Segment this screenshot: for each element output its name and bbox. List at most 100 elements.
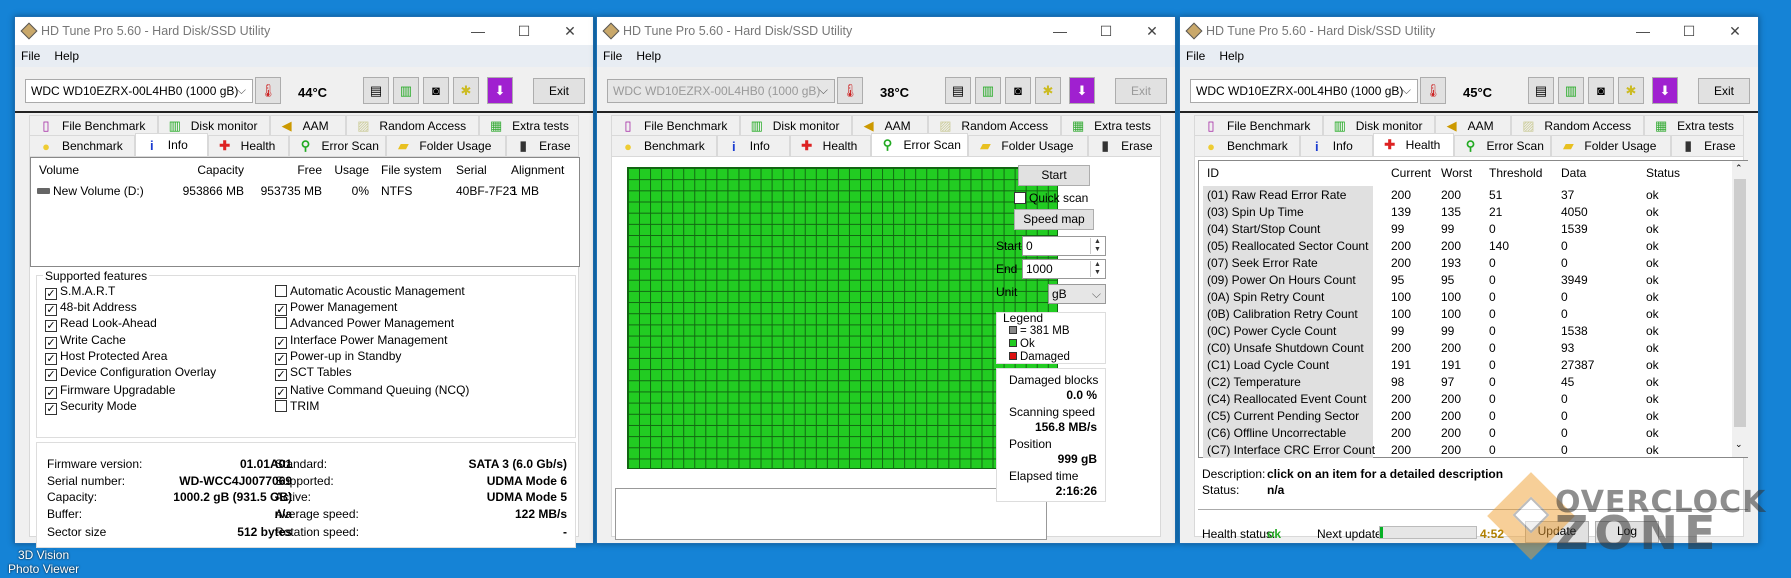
- start-button[interactable]: Start: [1018, 165, 1090, 186]
- unit-select[interactable]: gB ⌵: [1048, 284, 1106, 304]
- drive-select[interactable]: WDC WD10EZRX-00L4HB0 (1000 gB) ⌵: [607, 79, 835, 103]
- smart-row[interactable]: (C0) Unsafe Shutdown Count 200 200 0 93 ok: [1199, 339, 1732, 356]
- tab-folder-usage[interactable]: ▰ Folder Usage: [968, 135, 1089, 156]
- tab-file-benchmark[interactable]: ▯ File Benchmark: [1194, 115, 1323, 136]
- column-header[interactable]: Usage: [334, 163, 369, 177]
- feature-checkbox[interactable]: ✓ Native Command Queuing (NCQ): [275, 383, 469, 400]
- column-header[interactable]: Data: [1561, 166, 1586, 180]
- scroll-up-icon[interactable]: ⌃: [1735, 163, 1743, 174]
- checkbox-checked[interactable]: ✓: [275, 304, 287, 317]
- checkbox-checked[interactable]: ✓: [45, 336, 57, 349]
- tab-error-scan[interactable]: ⚲ Error Scan: [1453, 135, 1552, 156]
- smart-row[interactable]: (C4) Reallocated Event Count 200 200 0 0 ok: [1199, 390, 1732, 407]
- options-icon[interactable]: ✱: [1035, 77, 1061, 104]
- tab-benchmark[interactable]: ● Benchmark: [1194, 135, 1300, 156]
- smart-row[interactable]: (03) Spin Up Time 139 135 21 4050 ok: [1199, 203, 1732, 220]
- feature-checkbox[interactable]: ✓ S.M.A.R.T: [45, 284, 115, 300]
- tab-info[interactable]: i Info: [134, 133, 208, 156]
- start-input[interactable]: 0 ▲ ▼: [1022, 236, 1106, 256]
- tab-error-scan[interactable]: ⚲ Error Scan: [870, 133, 969, 156]
- checkbox-unchecked[interactable]: [275, 317, 287, 330]
- copy-all-icon[interactable]: ▥: [975, 77, 1001, 104]
- column-header[interactable]: Alignment: [511, 163, 564, 177]
- column-header[interactable]: Worst: [1441, 166, 1472, 180]
- feature-checkbox[interactable]: ✓ Power-up in Standby: [275, 349, 401, 365]
- checkbox-checked[interactable]: ✓: [45, 387, 57, 400]
- smart-row[interactable]: (C7) Interface CRC Error Count 200 200 0 0 ok: [1199, 441, 1732, 458]
- checkbox-checked[interactable]: ✓: [45, 403, 57, 416]
- tab-erase[interactable]: ▮ Erase: [1088, 135, 1162, 156]
- close-button[interactable]: ✕: [1129, 23, 1175, 40]
- smart-row[interactable]: (0A) Spin Retry Count 100 100 0 0 ok: [1199, 288, 1732, 305]
- tab-health[interactable]: ✚ Health: [789, 135, 871, 156]
- smart-row[interactable]: (07) Seek Error Rate 200 193 0 0 ok: [1199, 254, 1732, 271]
- scroll-down-icon[interactable]: ⌄: [1735, 439, 1743, 450]
- feature-checkbox[interactable]: TRIM: [275, 399, 319, 413]
- desktop-icon-label[interactable]: 3D Vision Photo Viewer: [8, 548, 79, 576]
- close-button[interactable]: ✕: [547, 23, 593, 40]
- feature-checkbox[interactable]: ✓ Host Protected Area: [45, 349, 167, 365]
- tab-info[interactable]: i Info: [1299, 135, 1373, 156]
- checkbox-unchecked[interactable]: [275, 285, 287, 297]
- checkbox-checked[interactable]: ✓: [45, 320, 57, 333]
- checkbox-checked[interactable]: ✓: [275, 387, 287, 400]
- feature-checkbox[interactable]: ✓ Interface Power Management: [275, 333, 447, 349]
- feature-checkbox[interactable]: ✓ Read Look-Ahead: [45, 316, 157, 333]
- tab-disk-monitor[interactable]: ▥ Disk monitor: [739, 115, 852, 136]
- column-header[interactable]: Current: [1391, 166, 1431, 180]
- column-header[interactable]: File system: [381, 163, 442, 177]
- save-icon[interactable]: ⬇: [1652, 77, 1678, 104]
- drive-select[interactable]: WDC WD10EZRX-00L4HB0 (1000 gB) ⌵: [1190, 79, 1418, 103]
- column-header[interactable]: ID: [1207, 166, 1219, 180]
- checkbox-unchecked[interactable]: [1014, 192, 1026, 204]
- volume-list[interactable]: Volume Capacity Free Usage File system Serial…: [30, 157, 580, 267]
- column-header[interactable]: Threshold: [1489, 166, 1542, 180]
- column-header[interactable]: Free: [297, 163, 322, 177]
- checkbox-checked[interactable]: ✓: [45, 288, 57, 300]
- feature-checkbox[interactable]: ✓ SCT Tables: [275, 365, 352, 381]
- checkbox-checked[interactable]: ✓: [45, 304, 57, 317]
- menu-file[interactable]: File: [1186, 49, 1205, 63]
- smart-row[interactable]: (C2) Temperature 98 97 0 45 ok: [1199, 373, 1732, 390]
- smart-row[interactable]: (C1) Load Cycle Count 191 191 0 27387 ok: [1199, 356, 1732, 373]
- options-icon[interactable]: ✱: [453, 77, 479, 104]
- smart-row[interactable]: (0C) Power Cycle Count 99 99 0 1538 ok: [1199, 322, 1732, 339]
- feature-checkbox[interactable]: Automatic Acoustic Management: [275, 284, 465, 298]
- maximize-button[interactable]: ☐: [1666, 23, 1712, 40]
- copy-info-icon[interactable]: ▤: [363, 77, 389, 104]
- checkbox-checked[interactable]: ✓: [275, 352, 287, 365]
- feature-checkbox[interactable]: ✓ Write Cache: [45, 333, 126, 349]
- tab-erase[interactable]: ▮ Erase: [1671, 135, 1745, 156]
- tab-aam[interactable]: ◀ AAM: [269, 115, 347, 136]
- checkbox-checked[interactable]: ✓: [275, 369, 287, 381]
- smart-row[interactable]: (01) Raw Read Error Rate 200 200 51 37 ok: [1199, 186, 1732, 203]
- quick-scan-checkbox[interactable]: Quick scan: [1014, 191, 1088, 205]
- feature-checkbox[interactable]: Advanced Power Management: [275, 316, 454, 330]
- options-icon[interactable]: ✱: [1618, 77, 1644, 104]
- checkbox-unchecked[interactable]: [275, 400, 287, 413]
- minimize-button[interactable]: —: [1620, 23, 1666, 39]
- tab-folder-usage[interactable]: ▰ Folder Usage: [386, 135, 507, 156]
- scrollbar-thumb[interactable]: [1734, 179, 1746, 427]
- save-icon[interactable]: ⬇: [1069, 77, 1095, 104]
- smart-row[interactable]: (C6) Offline Uncorrectable 200 200 0 0 ok: [1199, 424, 1732, 441]
- tab-folder-usage[interactable]: ▰ Folder Usage: [1551, 135, 1672, 156]
- tab-error-scan[interactable]: ⚲ Error Scan: [288, 135, 387, 156]
- copy-info-icon[interactable]: ▤: [945, 77, 971, 104]
- menu-help[interactable]: Help: [1219, 49, 1244, 63]
- tab-random-access[interactable]: ▨ Random Access: [346, 115, 480, 136]
- checkbox-checked[interactable]: ✓: [45, 352, 57, 365]
- copy-all-icon[interactable]: ▥: [393, 77, 419, 104]
- screenshot-icon[interactable]: ◙: [1005, 77, 1031, 104]
- minimize-button[interactable]: —: [455, 23, 501, 39]
- save-icon[interactable]: ⬇: [487, 77, 513, 104]
- feature-checkbox[interactable]: ✓ Device Configuration Overlay: [45, 365, 216, 381]
- checkbox-checked[interactable]: ✓: [275, 336, 287, 349]
- tab-info[interactable]: i Info: [716, 135, 790, 156]
- tab-extra-tests[interactable]: ▦ Extra tests: [479, 115, 579, 136]
- tab-random-access[interactable]: ▨ Random Access: [1511, 115, 1645, 136]
- close-button[interactable]: ✕: [1712, 23, 1758, 40]
- exit-button[interactable]: Exit: [533, 78, 585, 104]
- menu-help[interactable]: Help: [54, 49, 79, 63]
- column-header[interactable]: Serial: [456, 163, 487, 177]
